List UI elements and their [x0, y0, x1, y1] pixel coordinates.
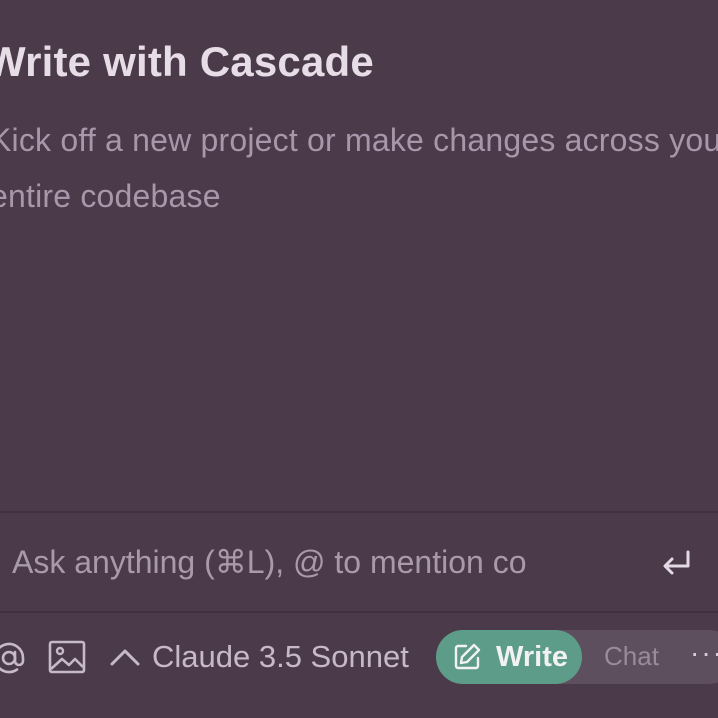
chat-input-area [0, 513, 718, 611]
input-toolbar: Claude 3.5 Sonnet Write Chat ··· [0, 613, 718, 718]
cascade-panel: Write with Cascade Kick off a new projec… [0, 0, 718, 718]
model-label: Claude 3.5 Sonnet [152, 639, 409, 674]
image-icon[interactable] [48, 640, 86, 674]
chevron-up-icon [110, 649, 140, 666]
page-subtitle: Kick off a new project or make changes a… [0, 122, 718, 214]
write-mode-label: Write [496, 640, 568, 673]
ask-input[interactable] [12, 539, 632, 585]
model-selector[interactable]: Claude 3.5 Sonnet [108, 637, 409, 677]
more-options-icon[interactable]: ··· [690, 637, 718, 669]
page-title: Write with Cascade [0, 38, 374, 85]
at-sign-icon[interactable] [0, 639, 28, 677]
pencil-icon [454, 643, 481, 670]
enter-icon[interactable] [656, 544, 696, 584]
chat-mode-button[interactable]: Chat [604, 641, 659, 672]
mode-toggle: Write Chat [436, 630, 718, 684]
write-mode-button[interactable]: Write [436, 630, 582, 684]
